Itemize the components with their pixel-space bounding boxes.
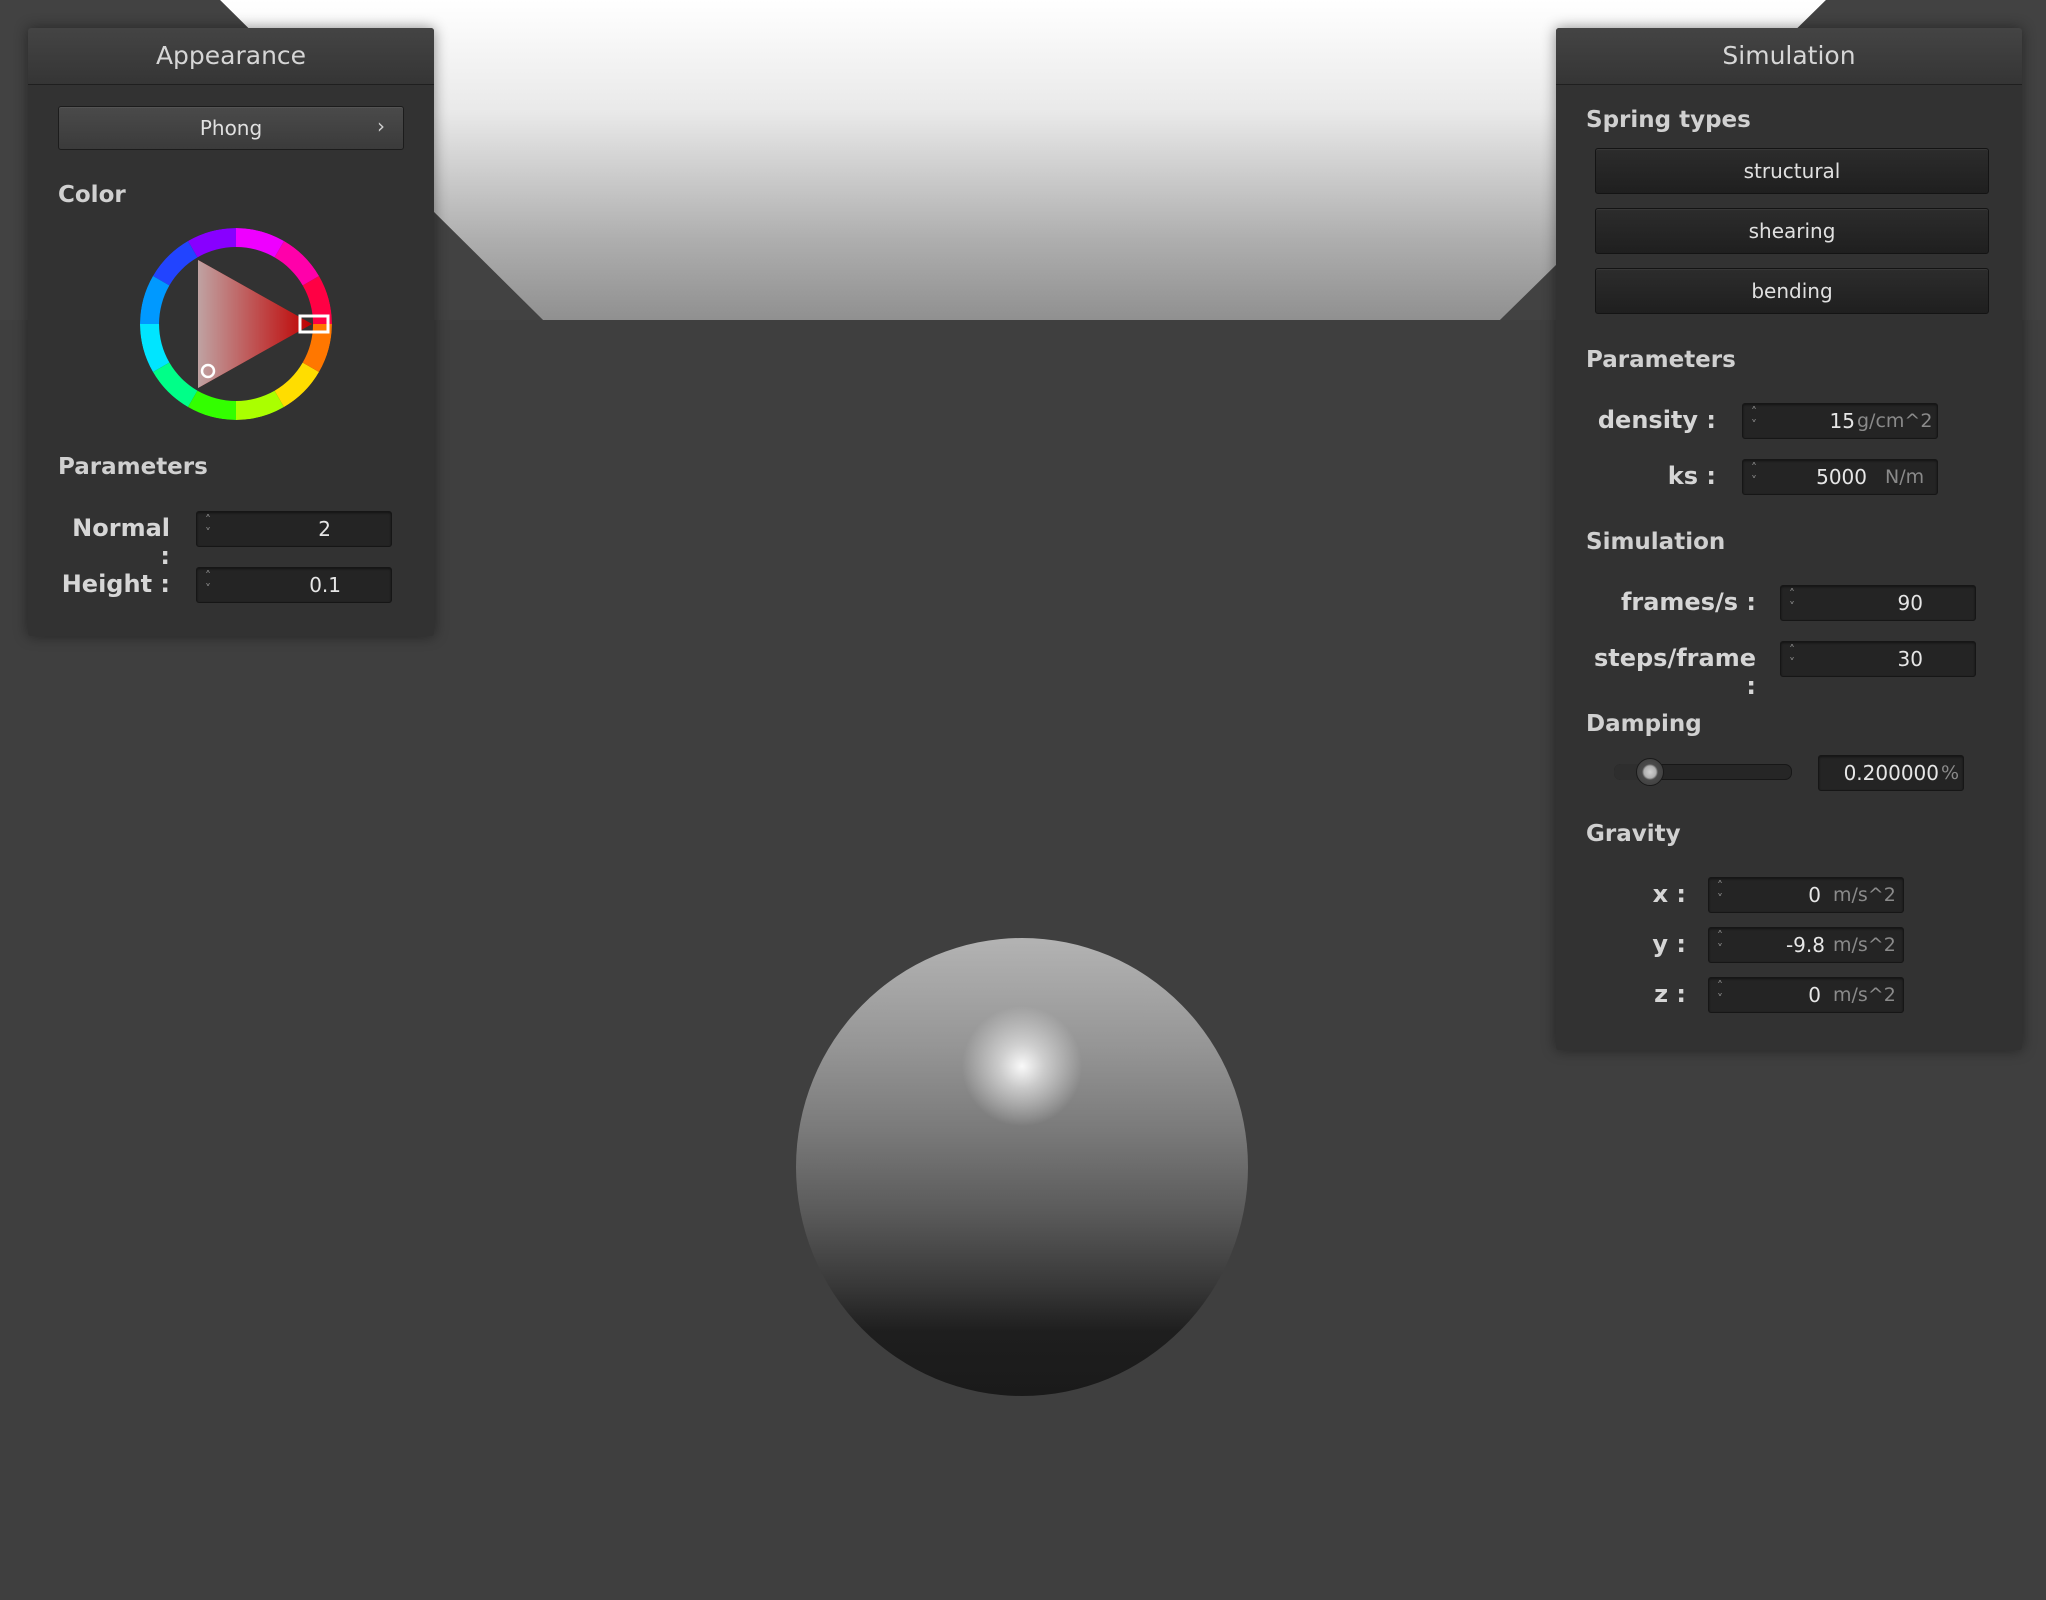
gravity-z-label: z :: [1654, 980, 1686, 1008]
bottom-strip: [0, 1592, 2046, 1600]
height-spinbox[interactable]: ˄ ˅ 0.1: [196, 567, 392, 603]
steps-value: 30: [1897, 647, 1923, 671]
appearance-panel-title: Appearance: [28, 28, 434, 85]
spin-arrows-icon[interactable]: ˄ ˅: [1717, 980, 1731, 1010]
steps-spinbox[interactable]: ˄ ˅ 30: [1780, 641, 1976, 677]
gravity-z-unit: m/s^2: [1833, 984, 1896, 1006]
structural-spring-button[interactable]: structural: [1595, 148, 1989, 194]
normal-label: Normal :: [72, 514, 170, 570]
damping-heading: Damping: [1586, 711, 1702, 737]
ks-label: ks :: [1667, 462, 1716, 490]
fps-value: 90: [1897, 591, 1923, 615]
spin-arrows-icon[interactable]: ˄ ˅: [1717, 930, 1731, 960]
spin-arrows-icon[interactable]: ˄ ˅: [1717, 880, 1731, 910]
gravity-z-value: 0: [1808, 983, 1821, 1007]
fps-label: frames/s :: [1620, 588, 1756, 616]
shearing-spring-button[interactable]: shearing: [1595, 208, 1989, 254]
density-spinbox[interactable]: ˄ ˅ 15 g/cm^2: [1742, 403, 1938, 439]
damping-unit: %: [1941, 762, 1960, 784]
simulation-panel-title: Simulation: [1556, 28, 2022, 85]
density-value: 15: [1829, 409, 1855, 433]
fps-spinbox[interactable]: ˄ ˅ 90: [1780, 585, 1976, 621]
simulation-settings-heading: Simulation: [1586, 529, 1726, 555]
color-section-heading: Color: [58, 182, 126, 208]
spin-arrows-icon[interactable]: ˄ ˅: [205, 514, 219, 544]
shader-select-label: Phong: [199, 116, 263, 140]
spin-arrows-icon[interactable]: ˄ ˅: [1789, 644, 1803, 674]
gravity-y-value: -9.8: [1785, 933, 1825, 957]
gravity-y-label: y :: [1652, 930, 1686, 958]
spring-types-heading: Spring types: [1586, 107, 1751, 133]
spin-arrows-icon[interactable]: ˄ ˅: [205, 570, 219, 600]
normal-spinbox[interactable]: ˄ ˅ 2: [196, 511, 392, 547]
spin-arrows-icon[interactable]: ˄ ˅: [1789, 588, 1803, 618]
damping-slider-knob[interactable]: [1636, 758, 1664, 786]
bending-spring-button[interactable]: bending: [1595, 268, 1989, 314]
steps-label: steps/frame :: [1593, 644, 1756, 700]
ks-value: 5000: [1816, 465, 1867, 489]
sphere-mesh[interactable]: [796, 938, 1248, 1396]
color-wheel[interactable]: [136, 224, 336, 424]
damping-value: 0.200000: [1843, 761, 1939, 785]
density-unit: g/cm^2: [1857, 410, 1933, 432]
chevron-right-icon: ›: [377, 114, 385, 138]
appearance-parameters-heading: Parameters: [58, 454, 208, 480]
height-value: 0.1: [309, 573, 341, 597]
density-label: density :: [1597, 406, 1716, 434]
gravity-x-unit: m/s^2: [1833, 884, 1896, 906]
spin-arrows-icon[interactable]: ˄ ˅: [1751, 406, 1765, 436]
gravity-x-value: 0: [1808, 883, 1821, 907]
gravity-y-unit: m/s^2: [1833, 934, 1896, 956]
gravity-x-spinbox[interactable]: ˄ ˅ 0 m/s^2: [1708, 877, 1904, 913]
damping-value-field[interactable]: 0.200000 %: [1818, 755, 1964, 791]
gravity-y-spinbox[interactable]: ˄ ˅ -9.8 m/s^2: [1708, 927, 1904, 963]
gravity-x-label: x :: [1652, 880, 1686, 908]
gravity-heading: Gravity: [1586, 821, 1681, 847]
spin-arrows-icon[interactable]: ˄ ˅: [1751, 462, 1765, 492]
ks-spinbox[interactable]: ˄ ˅ 5000 N/m: [1742, 459, 1938, 495]
shader-select-button[interactable]: Phong ›: [58, 106, 404, 150]
height-label: Height :: [61, 570, 170, 598]
normal-value: 2: [318, 517, 331, 541]
gravity-z-spinbox[interactable]: ˄ ˅ 0 m/s^2: [1708, 977, 1904, 1013]
ks-unit: N/m: [1885, 466, 1925, 488]
simulation-parameters-heading: Parameters: [1586, 347, 1736, 373]
